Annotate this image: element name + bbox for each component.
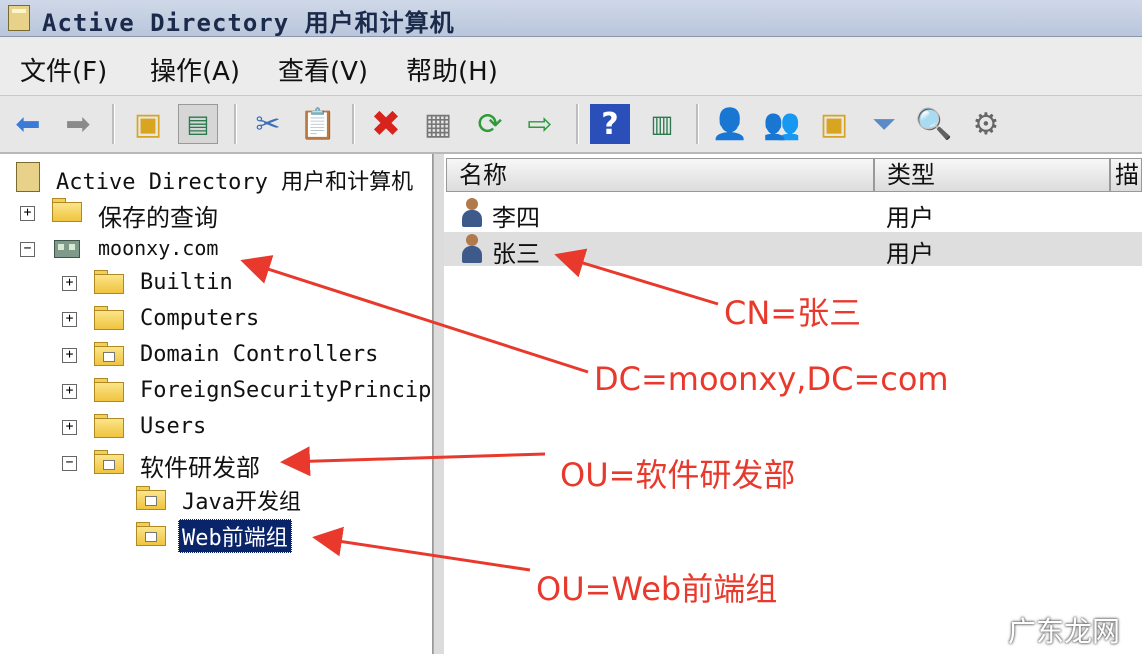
- list-row[interactable]: 张三 用户: [444, 232, 1142, 268]
- folder-icon: [94, 414, 124, 438]
- annotation-dc: DC=moonxy,DC=com: [594, 360, 949, 398]
- export-icon[interactable]: ⇨: [520, 104, 560, 144]
- folder-icon: [52, 198, 82, 222]
- paste-icon[interactable]: 📋: [298, 104, 338, 144]
- back-icon[interactable]: ⬅: [8, 104, 48, 144]
- toolbar: ⬅ ➡ ▣ ▤ ✂ 📋 ✖ ▦ ⟳ ⇨ ? ▥ 👤 👥 ▣ ⏷ 🔍 ⚙: [0, 96, 1142, 154]
- annotation-cn: CN=张三: [724, 294, 862, 332]
- tree-root[interactable]: Active Directory 用户和计算机: [56, 164, 413, 196]
- tree-item-foreign-security[interactable]: ForeignSecurityPrincip: [140, 378, 430, 403]
- column-type[interactable]: 类型: [874, 158, 1110, 192]
- menu-file[interactable]: 文件(F): [20, 51, 107, 88]
- expand-builtin[interactable]: +: [62, 276, 77, 291]
- tree-item-computers[interactable]: Computers: [140, 306, 259, 331]
- delegate-icon[interactable]: ⚙: [966, 104, 1006, 144]
- tree-item-domain[interactable]: moonxy.com: [98, 236, 218, 260]
- filter-icon[interactable]: ⏷: [864, 104, 904, 144]
- tree-item-web-group[interactable]: Web前端组: [178, 519, 292, 553]
- row-type: 用户: [886, 240, 934, 268]
- show-pane-icon[interactable]: ▥: [642, 104, 682, 144]
- column-description[interactable]: 描: [1110, 158, 1142, 192]
- user-icon: [460, 234, 484, 264]
- row-name: 李四: [492, 204, 540, 232]
- tree-item-builtin[interactable]: Builtin: [140, 270, 233, 295]
- user-icon: [460, 198, 484, 228]
- collapse-software-dept[interactable]: −: [62, 456, 77, 471]
- refresh-icon[interactable]: ⟳: [470, 104, 510, 144]
- folder-icon: [94, 270, 124, 294]
- ou-folder-icon: [94, 450, 124, 474]
- list-row[interactable]: 李四 用户: [444, 196, 1142, 232]
- expand-saved-queries[interactable]: +: [20, 206, 35, 221]
- watermark: 广东龙网: [1008, 615, 1121, 648]
- up-folder-icon[interactable]: ▣: [128, 104, 168, 144]
- app-icon: [8, 5, 30, 31]
- menu-help[interactable]: 帮助(H): [406, 51, 498, 88]
- row-type: 用户: [886, 204, 934, 232]
- new-user-icon[interactable]: 👤: [710, 104, 750, 144]
- domain-icon: [52, 234, 82, 260]
- tree-item-users[interactable]: Users: [140, 414, 206, 439]
- collapse-domain[interactable]: −: [20, 242, 35, 257]
- tree-item-software-dept[interactable]: 软件研发部: [140, 448, 260, 483]
- menu-action[interactable]: 操作(A): [150, 51, 240, 88]
- new-ou-icon[interactable]: ▣: [814, 104, 854, 144]
- expand-users[interactable]: +: [62, 420, 77, 435]
- title-bar: Active Directory 用户和计算机: [0, 0, 1142, 37]
- tree-item-domain-controllers[interactable]: Domain Controllers: [140, 342, 378, 367]
- ad-root-icon: [16, 162, 40, 192]
- properties-icon[interactable]: ▦: [418, 104, 458, 144]
- menu-bar: 文件(F) 操作(A) 查看(V) 帮助(H): [0, 37, 1142, 96]
- folder-icon: [94, 378, 124, 402]
- expand-domain-controllers[interactable]: +: [62, 348, 77, 363]
- ou-folder-icon: [94, 342, 124, 366]
- find-icon[interactable]: 🔍: [914, 104, 954, 144]
- new-group-icon[interactable]: 👥: [762, 104, 802, 144]
- expand-foreign-security[interactable]: +: [62, 384, 77, 399]
- console-tree-icon[interactable]: ▤: [178, 104, 218, 144]
- column-name[interactable]: 名称: [446, 158, 874, 192]
- ou-folder-icon: [136, 486, 166, 510]
- help-icon[interactable]: ?: [590, 104, 630, 144]
- console-tree: Active Directory 用户和计算机 + 保存的查询 − moonxy…: [0, 154, 433, 654]
- tree-item-java-group[interactable]: Java开发组: [182, 484, 301, 516]
- ou-folder-icon: [136, 522, 166, 546]
- tree-item-saved-queries[interactable]: 保存的查询: [98, 198, 218, 233]
- row-name: 张三: [492, 240, 540, 268]
- menu-view[interactable]: 查看(V): [278, 51, 368, 88]
- forward-icon[interactable]: ➡: [58, 104, 98, 144]
- expand-computers[interactable]: +: [62, 312, 77, 327]
- delete-icon[interactable]: ✖: [366, 104, 406, 145]
- annotation-ou2: OU=Web前端组: [536, 570, 778, 608]
- cut-icon[interactable]: ✂: [248, 104, 288, 144]
- window-title: Active Directory 用户和计算机: [42, 9, 455, 37]
- annotation-ou1: OU=软件研发部: [560, 456, 796, 494]
- folder-icon: [94, 306, 124, 330]
